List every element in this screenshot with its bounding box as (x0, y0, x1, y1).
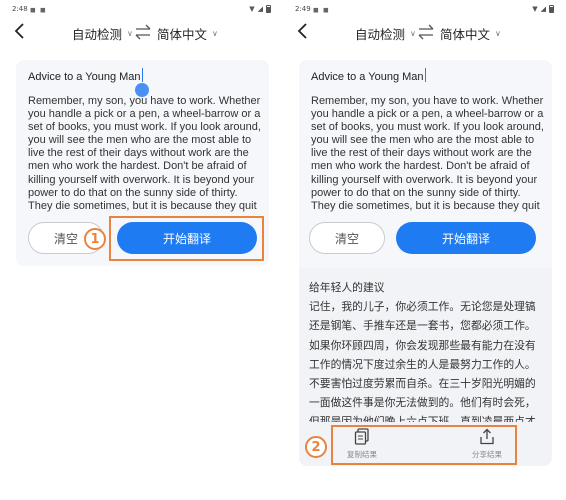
translation-title: 给年轻人的建议 (309, 281, 385, 294)
wifi-icon: ▼ (249, 5, 255, 13)
input-title: Advice to a Young Man (311, 68, 427, 83)
system-icons: ▼ ◢ (532, 5, 554, 13)
swap-languages-icon[interactable] (134, 24, 152, 40)
source-language-select[interactable]: 自动检测 ∨ (72, 24, 133, 43)
text-cursor (424, 68, 427, 82)
status-time: 2:49 (295, 5, 311, 13)
text-cursor (141, 68, 144, 82)
system-icons: ▼ ◢ (249, 5, 271, 13)
chevron-down-icon: ∨ (410, 29, 416, 38)
wifi-icon: ▼ (532, 5, 538, 13)
battery-icon (549, 5, 554, 13)
notification-icon: ◼ (30, 6, 36, 14)
swap-languages-icon[interactable] (417, 24, 435, 40)
input-card[interactable]: Advice to a Young Man Remember, my son, … (299, 60, 552, 268)
chevron-down-icon: ∨ (212, 29, 218, 38)
top-bar: 自动检测 ∨ 简体中文 ∨ (283, 18, 566, 48)
highlight-box (109, 216, 264, 261)
signal-icon: ◢ (540, 5, 546, 13)
screen-result: 2:49 ◼ ◼ ▼ ◢ 自动检测 ∨ 简体中文 ∨ Advice to a Y… (283, 0, 566, 500)
step-marker: 2 (305, 436, 327, 458)
battery-icon (266, 5, 271, 13)
back-arrow-icon[interactable] (296, 22, 316, 44)
signal-icon: ◢ (257, 5, 263, 13)
input-title-text: Advice to a Young Man (311, 71, 424, 83)
back-arrow-icon[interactable] (13, 22, 33, 44)
target-language-select[interactable]: 简体中文 ∨ (440, 24, 501, 43)
source-language-select[interactable]: 自动检测 ∨ (355, 24, 416, 43)
notification-icon: ◼ (40, 6, 46, 14)
target-language-label: 简体中文 (440, 27, 491, 42)
source-text-area[interactable]: Remember, my son, you have to work. Whet… (311, 95, 545, 213)
translation-output: 给年轻人的建议 记住，我的儿子，你必须工作。无论您是处理镐还是钢笔、手推车还是一… (309, 278, 545, 422)
input-title-text: Advice to a Young Man (28, 71, 141, 83)
notification-icon: ◼ (313, 6, 319, 14)
source-text-area[interactable]: Remember, my son, you have to work. Whet… (28, 95, 262, 213)
start-translate-button[interactable]: 开始翻译 (396, 222, 536, 254)
target-language-label: 简体中文 (157, 27, 208, 42)
notification-icon: ◼ (323, 6, 329, 14)
step-marker: 1 (84, 228, 106, 250)
source-language-label: 自动检测 (355, 27, 406, 42)
chevron-down-icon: ∨ (495, 29, 501, 38)
screen-input: 2:48 ◼ ◼ ▼ ◢ 自动检测 ∨ 简体中文 ∨ Advice to a Y… (0, 0, 283, 500)
clear-button[interactable]: 清空 (309, 222, 385, 254)
translation-body: 记住，我的儿子，你必须工作。无论您是处理镐还是钢笔、手推车还是一套书，您都必须工… (309, 300, 536, 422)
top-bar: 自动检测 ∨ 简体中文 ∨ (0, 18, 283, 48)
target-language-select[interactable]: 简体中文 ∨ (157, 24, 218, 43)
status-bar: 2:48 ◼ ◼ ▼ ◢ (12, 5, 271, 17)
status-bar: 2:49 ◼ ◼ ▼ ◢ (295, 5, 554, 17)
highlight-box (331, 425, 517, 465)
chevron-down-icon: ∨ (127, 29, 133, 38)
status-time: 2:48 (12, 5, 28, 13)
source-language-label: 自动检测 (72, 27, 123, 42)
input-title: Advice to a Young Man (28, 68, 144, 83)
